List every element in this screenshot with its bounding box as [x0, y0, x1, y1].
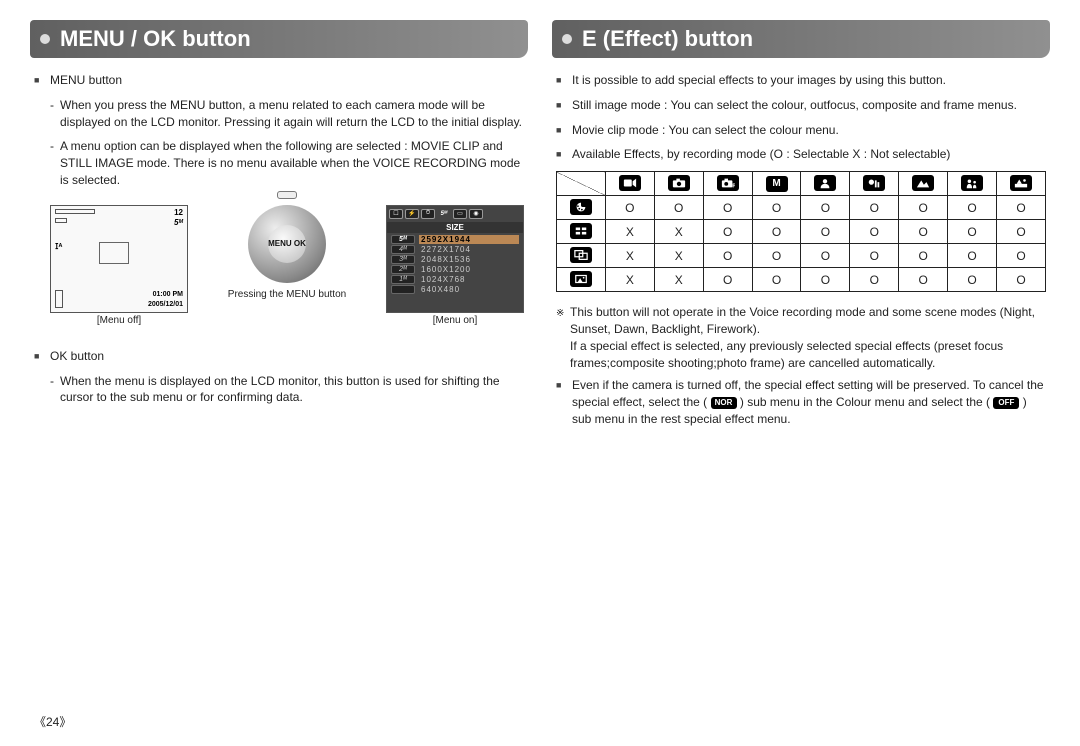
dash-icon [50, 97, 60, 131]
mode-landscape-icon [912, 175, 934, 191]
lcd-menu-on: ☐ ⚡ ⏱ 5ᴹ ▭ ◉ SIZE 5ᴹ2592X1944 4ᴹ2272X170… [386, 205, 524, 326]
svg-text:P: P [732, 184, 735, 190]
table-corner [557, 172, 606, 196]
table-cell: O [605, 196, 654, 220]
menu-button-desc-1: When you press the MENU button, a menu r… [60, 97, 524, 131]
ok-button-title: OK button [50, 348, 524, 365]
mode-m-icon: M [766, 176, 788, 192]
mode-portrait-icon [814, 175, 836, 191]
menu-off-caption: [Menu off] [50, 315, 188, 326]
effect-composite-icon [570, 247, 592, 263]
mode-camera-p-icon: P [717, 175, 739, 191]
menu-on-caption: [Menu on] [386, 315, 524, 326]
effect-p1: It is possible to add special effects to… [572, 72, 1046, 89]
effect-p3: Movie clip mode : You can select the col… [572, 122, 1046, 139]
effect-section: E (Effect) button It is possible to add … [552, 20, 1050, 436]
metering-icon: ◉ [469, 209, 483, 219]
mode-video-icon [619, 175, 641, 191]
ok-button-desc: When the menu is displayed on the LCD mo… [60, 373, 524, 407]
page-number: 《24》 [34, 713, 71, 730]
dash-icon [50, 373, 60, 407]
dash-icon [50, 138, 60, 188]
mode-beach-icon [1010, 175, 1032, 191]
effects-table: P M OOOOOOOOO XXOOOOOOO [556, 171, 1046, 292]
menu-button-title: MENU button [50, 72, 524, 89]
quality-icon: ▭ [453, 209, 467, 219]
size-icon: 5ᴹ [437, 209, 451, 219]
effect-note-1: This button will not operate in the Voic… [570, 304, 1046, 371]
mode-icon: ☐ [389, 209, 403, 219]
effect-frame-icon [570, 271, 592, 287]
menu-ok-header: MENU / OK button [30, 20, 528, 58]
mode-camera-icon [668, 175, 690, 191]
menu-ok-section: MENU / OK button MENU button When you pr… [30, 20, 528, 436]
effect-note-2: Even if the camera is turned off, the sp… [572, 377, 1046, 427]
menu-button-desc-2: A menu option can be displayed when the … [60, 138, 524, 188]
menu-illustration: 12 5ᴹ 𐌆ᴬ 01:00 PM 2005/12/01 [Menu off] … [50, 205, 524, 326]
effect-p2: Still image mode : You can select the co… [572, 97, 1046, 114]
timer-icon: ⏱ [421, 209, 435, 219]
bullet-icon [34, 348, 44, 365]
asterisk-icon [556, 304, 570, 371]
flash-icon: ⚡ [405, 209, 419, 219]
effect-outfocus-icon [570, 223, 592, 239]
nor-icon: NOR [711, 397, 737, 409]
lcd-menu-off: 12 5ᴹ 𐌆ᴬ 01:00 PM 2005/12/01 [Menu off] [50, 205, 188, 326]
mode-nightscene-icon [863, 175, 885, 191]
dial-caption: Pressing the MENU button [212, 289, 362, 300]
bullet-icon [34, 72, 44, 89]
mode-children-icon [961, 175, 983, 191]
effect-header: E (Effect) button [552, 20, 1050, 58]
effect-p4: Available Effects, by recording mode (O … [572, 146, 1046, 163]
menu-dial: MENU OK Pressing the MENU button [212, 205, 362, 300]
off-icon: OFF [993, 397, 1019, 409]
effect-colour-icon [570, 199, 592, 215]
